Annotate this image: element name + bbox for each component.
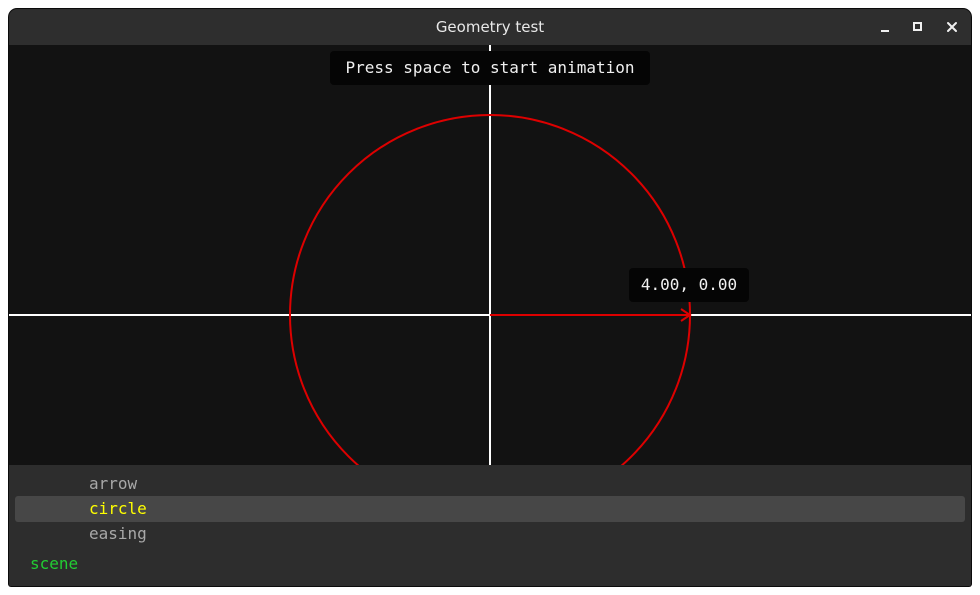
geometry-drawing (9, 45, 971, 465)
geometry-canvas[interactable]: Press space to start animation 4.00, 0.0… (9, 45, 971, 465)
minimize-button[interactable] (873, 15, 897, 39)
title-bar[interactable]: Geometry test (9, 9, 971, 46)
maximize-button[interactable] (906, 15, 930, 39)
coordinate-readout: 4.00, 0.00 (629, 268, 749, 302)
close-button[interactable] (940, 15, 964, 39)
app-window: Geometry test Press space to start anima… (9, 9, 971, 586)
scene-item-arrow[interactable]: arrow (15, 471, 965, 497)
animation-hint: Press space to start animation (330, 51, 650, 85)
scene-label: scene (30, 554, 79, 573)
window-title: Geometry test (435, 18, 545, 36)
scene-item-label: easing (89, 524, 147, 543)
scene-panel: arrow circle easing scene (9, 465, 971, 586)
maximize-icon (913, 22, 922, 31)
scene-item-easing[interactable]: easing (15, 521, 965, 547)
scene-item-circle[interactable]: circle (15, 496, 965, 522)
scene-item-label: circle (89, 499, 147, 518)
scene-item-label: arrow (89, 474, 138, 493)
minimize-icon (881, 30, 889, 32)
close-icon (947, 22, 957, 32)
